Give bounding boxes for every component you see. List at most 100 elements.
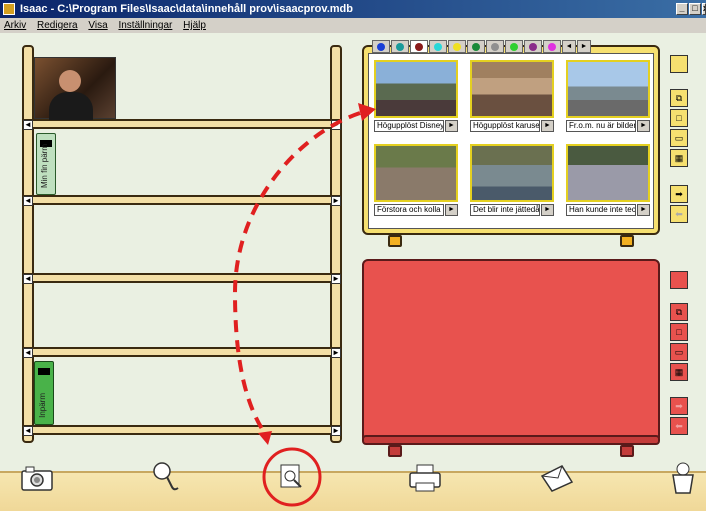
play-button[interactable]: ► — [637, 204, 650, 216]
forward-arrow-icon[interactable]: ➡ — [670, 397, 688, 415]
shelf-scroll-right-icon[interactable]: ► — [331, 426, 341, 436]
thumbnail[interactable]: Förstora och kolla ► — [374, 144, 458, 216]
shelf-board-3 — [22, 273, 342, 283]
search-picture-icon[interactable] — [275, 461, 309, 495]
shelf-scroll-left-icon[interactable]: ◄ — [23, 274, 33, 284]
thumbnail[interactable]: Högupplöst Disney ► — [374, 60, 458, 132]
tab-dot-icon — [415, 42, 423, 51]
thumbnail[interactable]: Han kunde inte tec ► — [566, 144, 650, 216]
back-arrow-icon[interactable]: ⬅ — [670, 417, 688, 435]
thumbnail-image[interactable] — [374, 144, 458, 202]
tab-gray[interactable] — [486, 40, 504, 53]
shelf-scroll-right-icon[interactable]: ► — [331, 274, 341, 284]
shelf-scroll-right-icon[interactable]: ► — [331, 348, 341, 358]
tab-darkred[interactable] — [410, 40, 428, 53]
binder-min-fin-parm[interactable]: Min fin pärm — [36, 133, 56, 195]
tab-dot-icon — [396, 42, 404, 51]
binder-inparm[interactable]: Inpärm — [34, 361, 54, 425]
close-button[interactable]: x — [702, 3, 706, 15]
printer-icon[interactable] — [408, 461, 442, 495]
shelf-scroll-left-icon[interactable]: ◄ — [23, 120, 33, 130]
back-arrow-icon[interactable]: ⬅ — [670, 205, 688, 223]
thumbnail-image[interactable] — [566, 144, 650, 202]
collection-panel-base — [362, 435, 660, 445]
tab-lime[interactable] — [505, 40, 523, 53]
play-button[interactable]: ► — [541, 204, 554, 216]
tab-dot-icon — [472, 42, 480, 51]
shelf-scroll-left-icon[interactable]: ◄ — [23, 196, 33, 206]
menu-redigera[interactable]: Redigera — [33, 18, 82, 33]
envelope-icon[interactable] — [540, 461, 574, 495]
app-icon — [3, 3, 15, 15]
single-view-icon[interactable]: □ — [670, 323, 688, 341]
magnifier-icon[interactable] — [150, 461, 184, 495]
multi-page-icon[interactable]: ⧉ — [670, 303, 688, 321]
tab-blue[interactable] — [372, 40, 390, 53]
window-title: Isaac - C:\Program Files\Isaac\data\inne… — [20, 3, 353, 15]
shelf-photo-person[interactable] — [34, 57, 116, 120]
thumbnail-caption: Förstora och kolla — [374, 204, 444, 216]
menu-visa[interactable]: Visa — [84, 18, 111, 33]
multi-page-icon[interactable]: ⧉ — [670, 89, 688, 107]
maximize-button[interactable]: □ — [689, 3, 701, 15]
thumbnail-image[interactable] — [374, 60, 458, 118]
play-button[interactable]: ► — [445, 204, 458, 216]
play-button[interactable]: ► — [637, 120, 650, 132]
thumbnail-image[interactable] — [470, 144, 554, 202]
shelf-board-5 — [22, 425, 342, 435]
thumbnail-image[interactable] — [470, 60, 554, 118]
thumbnail-caption: Det blir inte jättedåli — [470, 204, 540, 216]
play-button[interactable]: ► — [445, 120, 458, 132]
app-window: Isaac - C:\Program Files\Isaac\data\inne… — [0, 0, 706, 511]
collection-panel[interactable] — [362, 259, 660, 443]
binder-label: Min fin pärm — [40, 143, 49, 188]
title-bar: Isaac - C:\Program Files\Isaac\data\inne… — [0, 0, 706, 18]
thumbnail-image[interactable] — [566, 60, 650, 118]
tab-magenta[interactable] — [543, 40, 561, 53]
forward-arrow-icon[interactable]: ➡ — [670, 185, 688, 203]
thumbnail[interactable]: Det blir inte jättedåli ► — [470, 144, 554, 216]
shelf-scroll-right-icon[interactable]: ► — [331, 196, 341, 206]
play-button[interactable]: ► — [541, 120, 554, 132]
trash-icon[interactable] — [666, 461, 700, 495]
menu-hjalp[interactable]: Hjälp — [179, 18, 210, 33]
tabs-prev-button[interactable]: ◄ — [562, 40, 576, 53]
shelf-scroll-right-icon[interactable]: ► — [331, 120, 341, 130]
tab-teal[interactable] — [391, 40, 409, 53]
menu-installningar[interactable]: Inställningar — [114, 18, 176, 33]
tab-yellow[interactable] — [448, 40, 466, 53]
tab-green[interactable] — [467, 40, 485, 53]
photo-face — [59, 70, 81, 92]
tab-cyan[interactable] — [429, 40, 447, 53]
shelf-board-4 — [22, 347, 342, 357]
photo-body — [49, 92, 93, 120]
two-columns-icon[interactable]: ▭ — [670, 343, 688, 361]
workspace: ◄ ► ◄ ► ◄ ► ◄ ► ◄ ► Min fin pärm Inpärm — [0, 33, 706, 511]
camera-icon[interactable] — [20, 461, 54, 495]
color-tabs: ◄ ► — [372, 40, 591, 54]
two-columns-icon[interactable]: ▭ — [670, 129, 688, 147]
single-view-icon[interactable]: □ — [670, 109, 688, 127]
shelf-post-left — [22, 45, 34, 443]
tab-dot-icon — [529, 42, 537, 51]
shelf-scroll-left-icon[interactable]: ◄ — [23, 426, 33, 436]
three-columns-icon[interactable]: ▦ — [670, 363, 688, 381]
menu-bar: Arkiv Redigera Visa Inställningar Hjälp — [0, 18, 706, 33]
shelf-scroll-left-icon[interactable]: ◄ — [23, 348, 33, 358]
tab-dot-icon — [491, 42, 499, 51]
thumbnail[interactable]: Fr.o.m. nu är bildern ► — [566, 60, 650, 132]
binder-label: Inpärm — [38, 393, 47, 418]
panel-foot — [388, 445, 402, 457]
panel-foot — [620, 445, 634, 457]
menu-arkiv[interactable]: Arkiv — [0, 18, 30, 33]
color-swatch-yellow[interactable] — [670, 55, 688, 73]
tabs-next-button[interactable]: ► — [577, 40, 591, 53]
shelf-board-2 — [22, 195, 342, 205]
three-columns-icon[interactable]: ▦ — [670, 149, 688, 167]
minimize-button[interactable]: _ — [676, 3, 688, 15]
color-swatch-red[interactable] — [670, 271, 688, 289]
thumbnail-caption: Han kunde inte tec — [566, 204, 636, 216]
thumbnail[interactable]: Högupplöst karusell ► — [470, 60, 554, 132]
tab-purple[interactable] — [524, 40, 542, 53]
tab-dot-icon — [434, 42, 442, 51]
